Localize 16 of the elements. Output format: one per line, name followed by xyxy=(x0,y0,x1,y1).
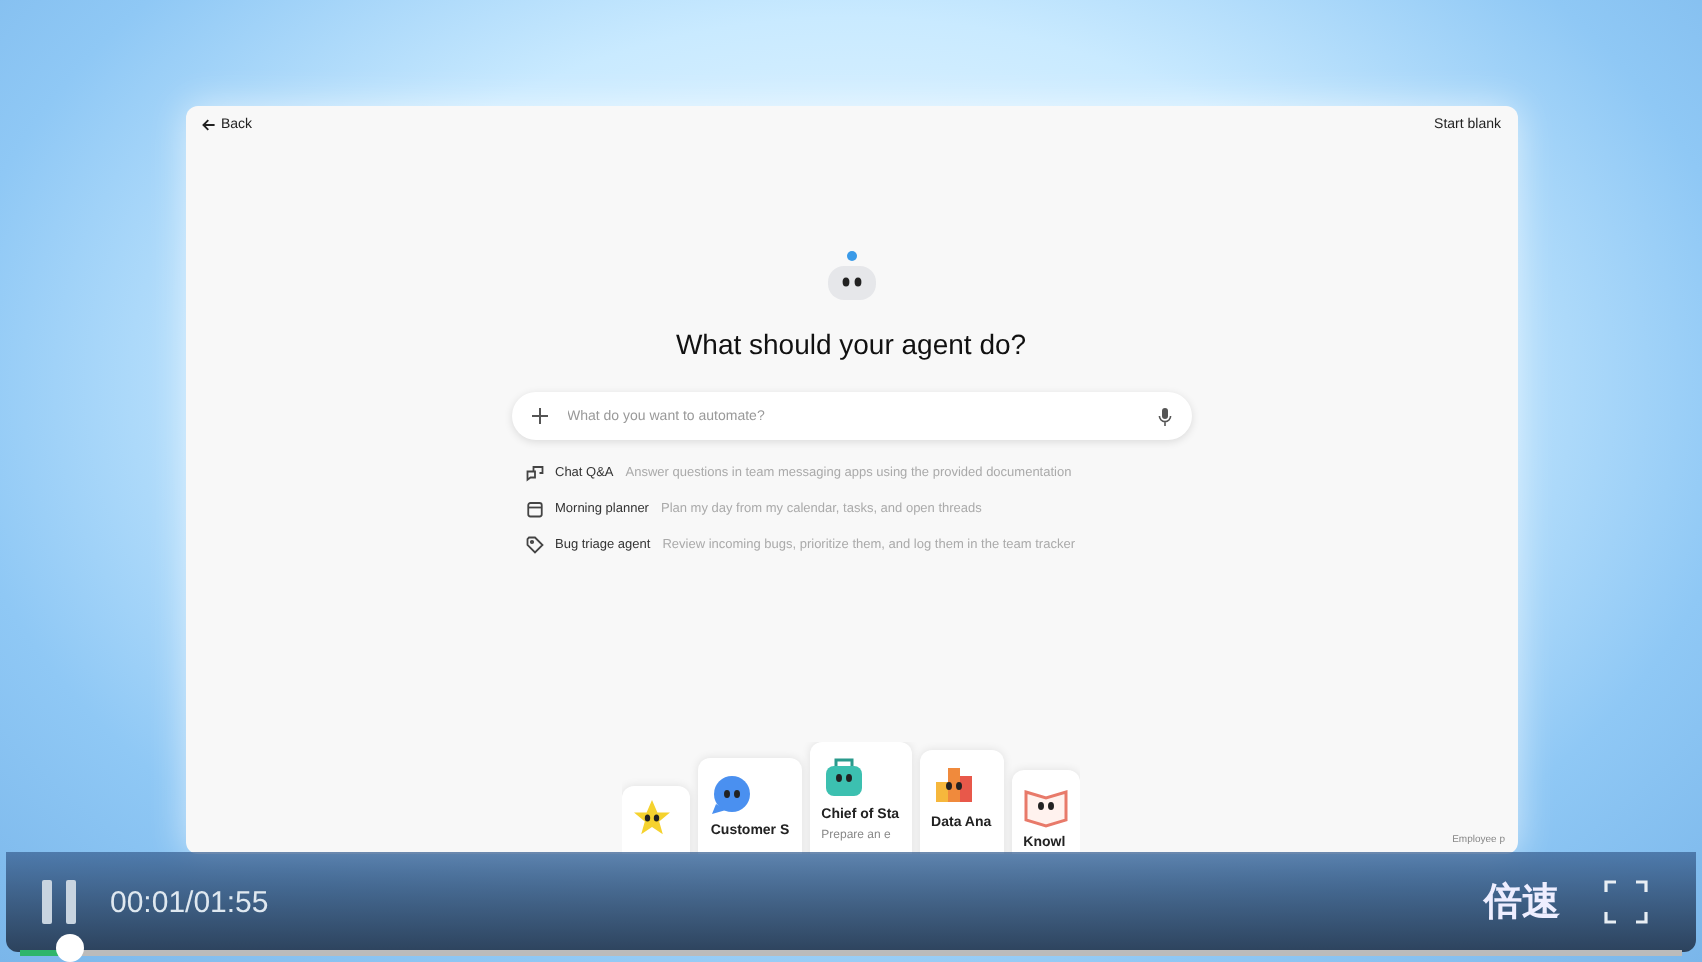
pause-icon[interactable] xyxy=(42,880,78,924)
open-book-mascot-icon xyxy=(1023,784,1068,828)
chat-bubbles-icon xyxy=(525,464,543,482)
arrow-left-icon xyxy=(201,118,215,132)
calendar-icon xyxy=(525,500,543,518)
bar-chart-mascot-icon xyxy=(931,764,976,808)
microphone-icon xyxy=(1157,407,1171,425)
speed-button[interactable]: 倍速 xyxy=(1472,874,1572,930)
fullscreen-icon[interactable] xyxy=(1604,880,1648,924)
briefcase-mascot-icon xyxy=(821,756,866,800)
playback-time: 00:01/01:55 xyxy=(110,885,269,919)
tag-icon xyxy=(525,536,543,554)
plus-icon[interactable] xyxy=(531,408,547,424)
star-mascot-icon xyxy=(634,800,671,836)
page-heading: What should your agent do? xyxy=(675,328,1027,360)
speech-bubble-mascot-icon xyxy=(710,772,755,816)
